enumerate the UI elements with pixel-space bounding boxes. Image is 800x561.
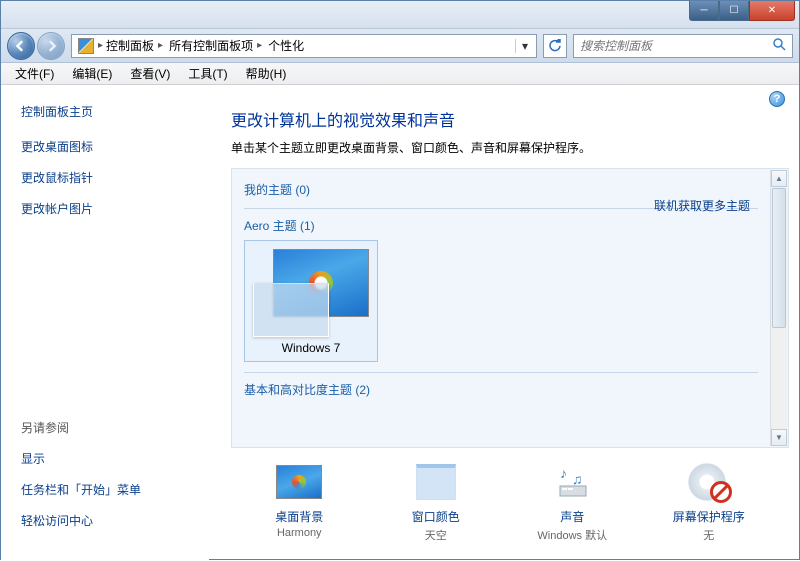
sidebar-link-desktop-icons[interactable]: 更改桌面图标 <box>21 138 189 155</box>
section-aero-themes: Aero 主题 (1) <box>244 217 758 234</box>
see-also-heading: 另请参阅 <box>21 419 189 436</box>
scroll-thumb[interactable] <box>772 188 786 328</box>
sound-icon: ♪♫ <box>549 462 595 502</box>
option-value: 无 <box>703 527 714 543</box>
help-icon[interactable]: ? <box>769 91 785 107</box>
minimize-button[interactable]: ─ <box>689 1 719 21</box>
themes-panel: 我的主题 (0) 联机获取更多主题 Aero 主题 (1) Windows 7 … <box>231 168 789 448</box>
scroll-down-button[interactable]: ▼ <box>771 429 787 446</box>
search-input[interactable] <box>580 39 772 53</box>
page-subtitle: 单击某个主题立即更改桌面背景、窗口颜色、声音和屏幕保护程序。 <box>209 139 799 168</box>
close-icon: ✕ <box>768 5 776 16</box>
screensaver-icon <box>686 462 732 502</box>
section-my-themes: 我的主题 (0) <box>244 181 758 198</box>
screensaver-option[interactable]: 屏幕保护程序 无 <box>649 462 769 543</box>
bottom-options: 桌面背景 Harmony 窗口颜色 天空 ♪♫ 声音 Windows 默认 屏幕… <box>209 448 799 561</box>
breadcrumb-seg[interactable]: 所有控制面板项 ▸ <box>166 37 265 54</box>
none-icon <box>710 481 732 503</box>
close-button[interactable]: ✕ <box>749 1 795 21</box>
see-also-ease-of-access[interactable]: 轻松访问中心 <box>21 512 189 529</box>
refresh-icon <box>548 39 562 53</box>
themes-scroll[interactable]: 我的主题 (0) 联机获取更多主题 Aero 主题 (1) Windows 7 … <box>232 169 788 447</box>
option-label: 声音 <box>560 508 584 525</box>
scrollbar[interactable]: ▲ ▼ <box>770 170 787 446</box>
minimize-icon: ─ <box>700 5 707 16</box>
arrow-right-icon <box>45 40 57 52</box>
breadcrumb-seg[interactable]: 控制面板 ▸ <box>103 37 166 54</box>
breadcrumb-seg[interactable]: 个性化 <box>265 37 307 54</box>
theme-thumbnail <box>249 245 373 341</box>
theme-tile-windows7[interactable]: Windows 7 <box>244 240 378 362</box>
option-value: Harmony <box>277 527 322 539</box>
chevron-right-icon: ▸ <box>257 40 262 51</box>
section-basic-themes: 基本和高对比度主题 (2) <box>244 381 758 398</box>
maximize-button[interactable]: ☐ <box>719 1 749 21</box>
option-value: Windows 默认 <box>537 527 607 543</box>
option-label: 屏幕保护程序 <box>673 508 745 525</box>
refresh-button[interactable] <box>543 34 567 58</box>
sidebar-link-mouse-pointers[interactable]: 更改鼠标指针 <box>21 169 189 186</box>
sidebar: 控制面板主页 更改桌面图标 更改鼠标指针 更改帐户图片 另请参阅 显示 任务栏和… <box>1 85 209 561</box>
menu-help[interactable]: 帮助(H) <box>238 63 295 84</box>
svg-text:♫: ♫ <box>572 471 583 487</box>
desktop-background-option[interactable]: 桌面背景 Harmony <box>239 462 359 543</box>
option-value: 天空 <box>425 527 447 543</box>
maximize-icon: ☐ <box>730 5 739 16</box>
content: ? 更改计算机上的视觉效果和声音 单击某个主题立即更改桌面背景、窗口颜色、声音和… <box>209 85 799 561</box>
svg-text:♪: ♪ <box>560 465 567 481</box>
search-box[interactable] <box>573 34 793 58</box>
body: 控制面板主页 更改桌面图标 更改鼠标指针 更改帐户图片 另请参阅 显示 任务栏和… <box>1 85 799 561</box>
titlebar: ─ ☐ ✕ <box>1 1 799 29</box>
option-label: 桌面背景 <box>275 508 323 525</box>
chevron-right-icon: ▸ <box>158 40 163 51</box>
breadcrumb[interactable]: ▸ 控制面板 ▸ 所有控制面板项 ▸ 个性化 ▾ <box>71 34 537 58</box>
forward-button[interactable] <box>37 32 65 60</box>
search-icon[interactable] <box>772 37 786 54</box>
window-controls: ─ ☐ ✕ <box>689 1 795 21</box>
address-bar: ▸ 控制面板 ▸ 所有控制面板项 ▸ 个性化 ▾ <box>1 29 799 63</box>
menu-tools[interactable]: 工具(T) <box>180 63 235 84</box>
back-button[interactable] <box>7 32 35 60</box>
control-panel-icon <box>78 38 94 54</box>
window-color-icon <box>413 462 459 502</box>
see-also-taskbar[interactable]: 任务栏和「开始」菜单 <box>21 481 189 498</box>
scroll-up-button[interactable]: ▲ <box>771 170 787 187</box>
breadcrumb-label: 控制面板 <box>106 37 154 54</box>
page-title: 更改计算机上的视觉效果和声音 <box>209 85 799 139</box>
theme-name: Windows 7 <box>249 341 373 355</box>
menu-file[interactable]: 文件(F) <box>7 63 62 84</box>
sounds-option[interactable]: ♪♫ 声音 Windows 默认 <box>512 462 632 543</box>
breadcrumb-label: 个性化 <box>268 37 304 54</box>
nav-buttons <box>7 32 65 60</box>
menu-edit[interactable]: 编辑(E) <box>64 63 120 84</box>
get-more-themes-link[interactable]: 联机获取更多主题 <box>654 197 750 214</box>
menu-view[interactable]: 查看(V) <box>122 63 178 84</box>
option-label: 窗口颜色 <box>412 508 460 525</box>
wallpaper-icon <box>276 462 322 502</box>
see-also-display[interactable]: 显示 <box>21 450 189 467</box>
divider <box>244 372 758 373</box>
window-preview-icon <box>253 283 329 337</box>
control-panel-home-link[interactable]: 控制面板主页 <box>21 103 189 120</box>
menubar: 文件(F) 编辑(E) 查看(V) 工具(T) 帮助(H) <box>1 63 799 85</box>
window-color-option[interactable]: 窗口颜色 天空 <box>376 462 496 543</box>
arrow-left-icon <box>15 40 27 52</box>
breadcrumb-dropdown[interactable]: ▾ <box>515 39 534 53</box>
sidebar-link-account-picture[interactable]: 更改帐户图片 <box>21 200 189 217</box>
breadcrumb-label: 所有控制面板项 <box>169 37 253 54</box>
